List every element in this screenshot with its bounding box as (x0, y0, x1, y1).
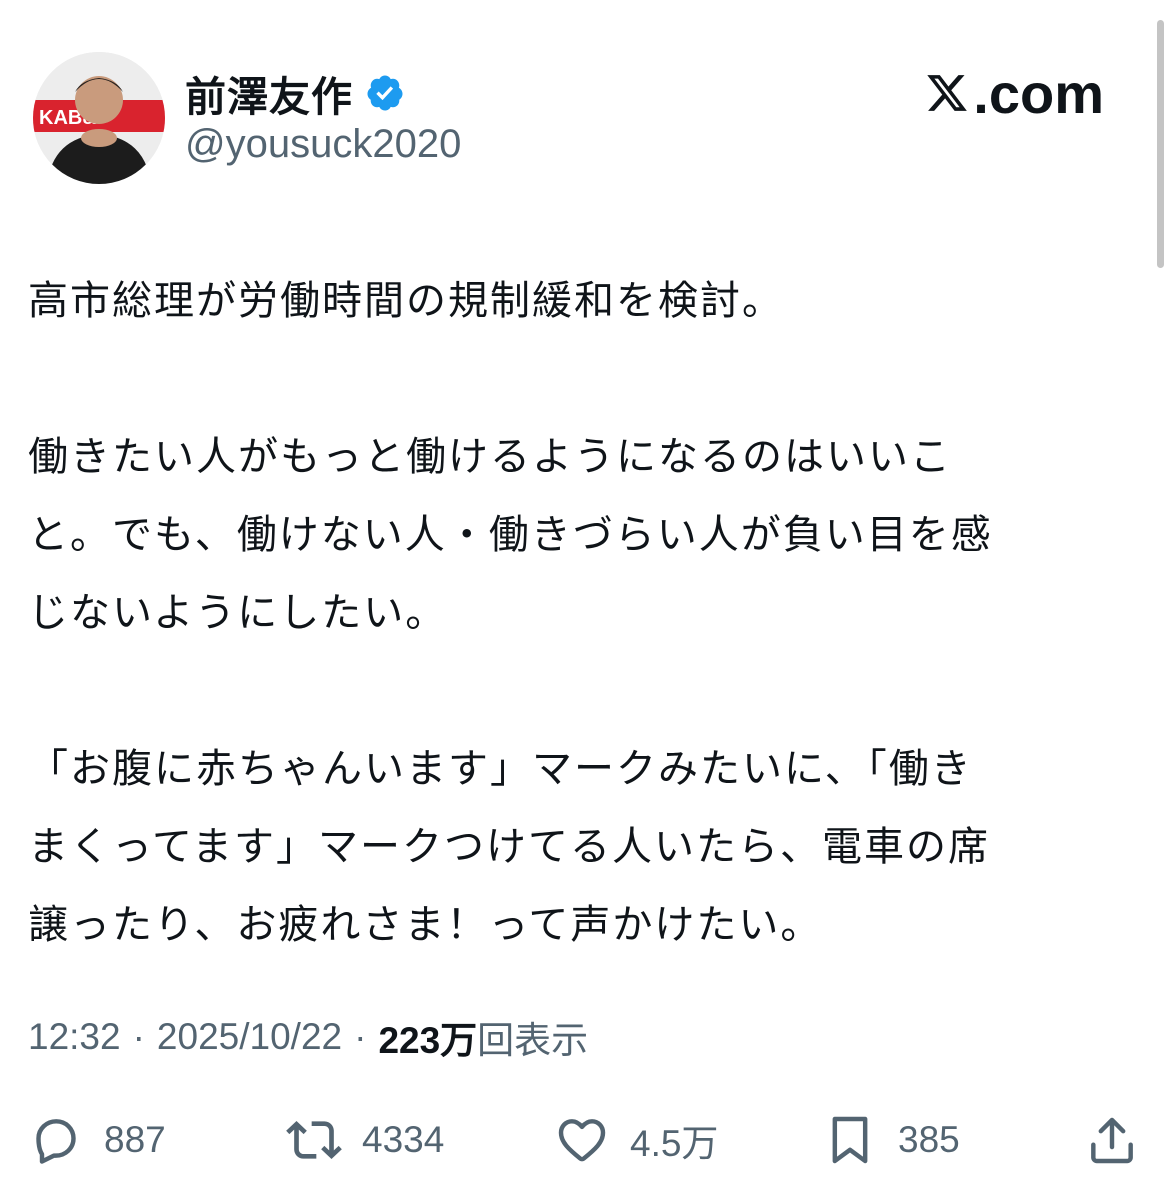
reply-icon (36, 1119, 76, 1164)
x-com-logo: .com (925, 58, 1104, 128)
share-button[interactable] (1084, 1108, 1160, 1172)
tweet-time[interactable]: 12:32 (28, 1016, 121, 1058)
tweet-paragraph: 高市総理が労働時間の規制緩和を検討。 (28, 278, 784, 324)
scrollbar[interactable] (1157, 20, 1164, 268)
tweet-metadata: 12:32 · 2025/10/22 · 223万 回表示 (28, 1010, 588, 1064)
action-bar: 887 4334 4.5万 385 (0, 1108, 1170, 1172)
bookmark-count: 385 (898, 1119, 960, 1160)
display-name[interactable]: 前澤友作 (185, 63, 353, 123)
brand-domain: .com (973, 61, 1104, 125)
tweet-paragraph: 働きたい人がもっと働けるようになるのはいいこ と。でも、働けない人・働きづらい人… (28, 434, 993, 636)
share-icon (1091, 1117, 1133, 1164)
verified-badge-icon (367, 75, 403, 111)
separator-dot: · (354, 1016, 367, 1057)
x-logo-icon (927, 75, 968, 111)
retweet-count: 4334 (362, 1119, 445, 1160)
retweet-icon (286, 1121, 342, 1159)
bookmark-button[interactable]: 385 (822, 1108, 960, 1172)
views-count: 223万 (378, 1020, 478, 1061)
like-icon (558, 1119, 606, 1162)
tweet-date[interactable]: 2025/10/22 (157, 1016, 342, 1058)
tweet-blank-line (28, 340, 1138, 418)
reply-count: 887 (104, 1119, 166, 1160)
views-label: 回表示 (477, 1020, 589, 1061)
avatar[interactable]: KAB& (33, 52, 165, 184)
tweet-text: 高市総理が労働時間の規制緩和を検討。 働きたい人がもっと働けるようになるのはいい… (28, 262, 1138, 964)
like-button[interactable]: 4.5万 (554, 1108, 718, 1172)
author-name-row[interactable]: 前澤友作 (185, 62, 405, 124)
tweet-blank-line (28, 652, 1138, 730)
author-handle[interactable]: @yousuck2020 (185, 122, 461, 167)
retweet-button[interactable]: 4334 (286, 1108, 444, 1172)
separator-dot: · (132, 1016, 145, 1057)
tweet-paragraph: 「お腹に赤ちゃんいます」マークみたいに、「働き まくってます」マークつけてる人い… (28, 746, 990, 948)
like-count: 4.5万 (630, 1123, 719, 1164)
reply-button[interactable]: 887 (28, 1108, 166, 1172)
bookmark-icon (832, 1116, 868, 1164)
